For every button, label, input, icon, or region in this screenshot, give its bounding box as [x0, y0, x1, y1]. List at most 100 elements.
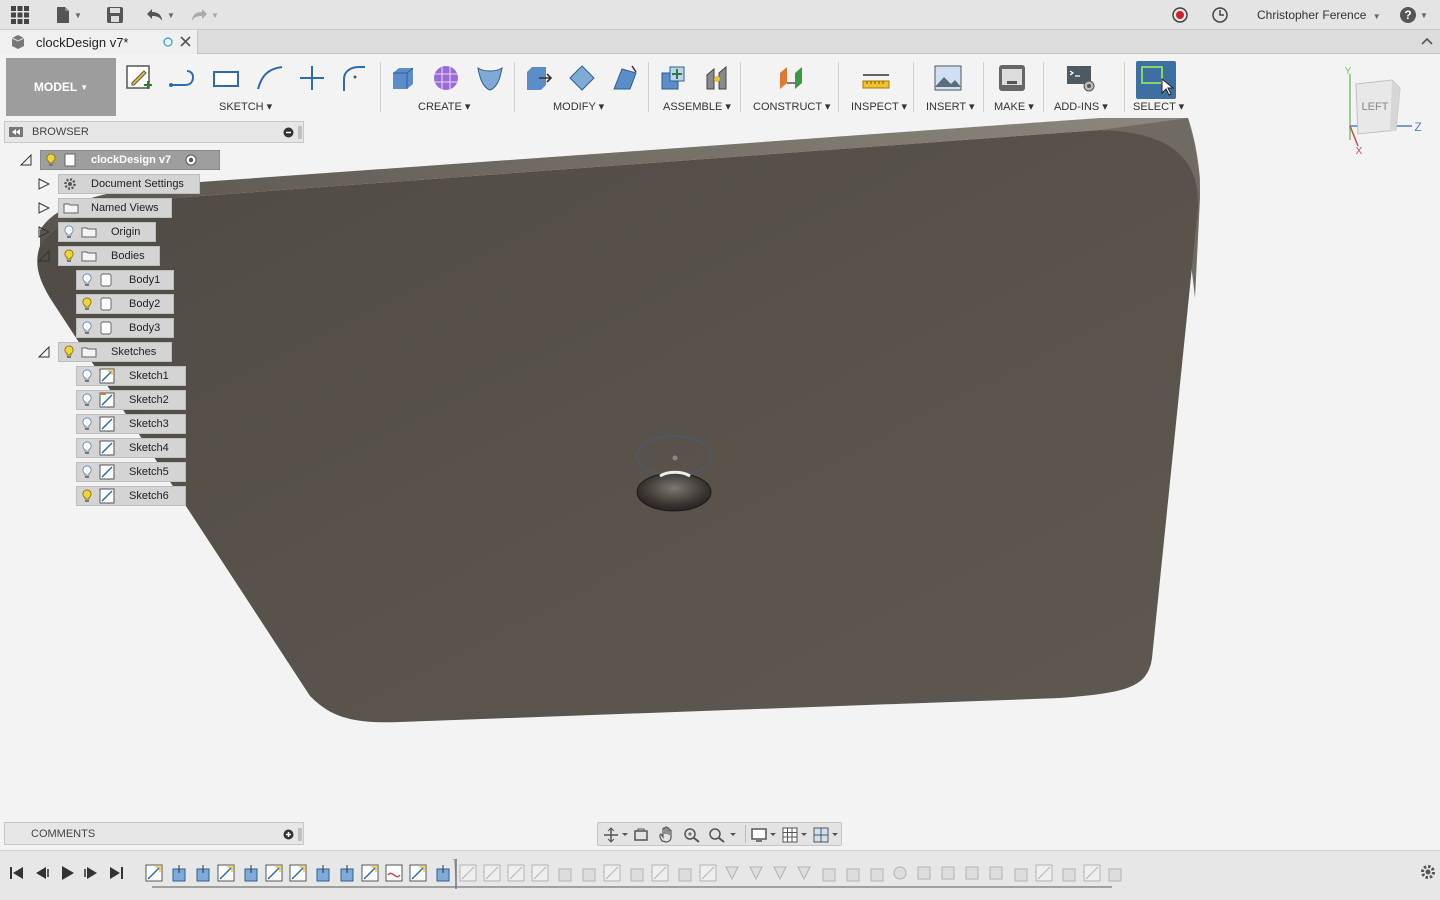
lightbulb-icon[interactable] — [63, 345, 75, 359]
activate-radio-icon[interactable] — [185, 154, 197, 166]
lightbulb-icon[interactable] — [81, 321, 93, 335]
play-icon[interactable] — [58, 864, 76, 882]
create-sketch-button[interactable] — [123, 62, 155, 94]
collapse-left-icon[interactable] — [9, 127, 23, 137]
timeline-features[interactable] — [144, 859, 1124, 891]
canvas-viewport[interactable] — [0, 118, 1440, 850]
3d-print-button[interactable] — [996, 62, 1028, 94]
lightbulb-icon[interactable] — [81, 489, 93, 503]
browser-item-document-settings[interactable]: Document Settings — [58, 174, 200, 194]
orbit-icon[interactable] — [602, 827, 628, 843]
make-menu[interactable]: MAKE ▾ — [994, 100, 1034, 113]
collapsed-triangle-icon[interactable] — [38, 202, 50, 214]
expanded-triangle-icon[interactable] — [38, 346, 50, 358]
select-menu[interactable]: SELECT ▾ — [1133, 100, 1184, 113]
collapsed-triangle-icon[interactable] — [38, 226, 50, 238]
chevron-up-icon[interactable] — [1421, 36, 1433, 46]
assemble-menu[interactable]: ASSEMBLE ▾ — [663, 100, 731, 113]
viewports-icon[interactable] — [813, 827, 841, 843]
joint-button[interactable] — [702, 62, 734, 94]
fit-view-icon[interactable] — [708, 827, 738, 843]
line-tool-button[interactable] — [166, 62, 198, 94]
redo-button[interactable]: ▼ — [190, 5, 219, 25]
browser-item-sketch1[interactable]: Sketch1 — [76, 366, 186, 386]
go-to-end-icon[interactable] — [107, 864, 125, 882]
model-body[interactable] — [0, 118, 1440, 850]
rectangle-tool-button[interactable] — [210, 62, 242, 94]
lightbulb-icon[interactable] — [81, 297, 93, 311]
offset-plane-button[interactable] — [775, 62, 807, 94]
browser-item-sketch5[interactable]: Sketch5 — [76, 462, 186, 482]
display-settings-icon[interactable] — [751, 827, 779, 843]
lightbulb-icon[interactable] — [81, 393, 93, 407]
browser-item-named-views[interactable]: Named Views — [58, 198, 172, 218]
collapsed-triangle-icon[interactable] — [38, 178, 50, 190]
extrude-button[interactable] — [387, 62, 419, 94]
browser-root-node[interactable]: clockDesign v7 — [40, 150, 220, 170]
expanded-triangle-icon[interactable] — [38, 250, 50, 262]
lightbulb-icon[interactable] — [45, 153, 57, 167]
panel-grip-icon[interactable] — [298, 126, 302, 139]
user-menu[interactable]: Christopher Ference ▼ — [1257, 8, 1381, 22]
fillet-edge-button[interactable] — [566, 62, 598, 94]
pan-hand-icon[interactable] — [658, 826, 674, 843]
scripts-button[interactable] — [1065, 62, 1097, 94]
insert-image-button[interactable] — [932, 62, 964, 94]
lightbulb-icon[interactable] — [81, 465, 93, 479]
save-button[interactable] — [106, 5, 124, 25]
app-grid-icon[interactable] — [10, 5, 30, 25]
insert-menu[interactable]: INSERT ▾ — [926, 100, 975, 113]
grid-icon[interactable] — [782, 827, 810, 843]
browser-item-sketch6[interactable]: Sketch6 — [76, 486, 186, 506]
fillet-tool-button[interactable] — [338, 62, 370, 94]
select-button[interactable] — [1136, 61, 1176, 99]
minus-circle-icon[interactable] — [283, 127, 294, 138]
lightbulb-icon[interactable] — [63, 249, 75, 263]
tab-clockdesign[interactable]: clockDesign v7* — [0, 30, 198, 54]
file-menu-button[interactable]: ▼ — [55, 5, 82, 25]
browser-item-sketch2[interactable]: Sketch2 — [76, 390, 186, 410]
add-comment-icon[interactable] — [283, 829, 294, 840]
step-back-icon[interactable] — [33, 864, 51, 882]
create-menu[interactable]: CREATE ▾ — [418, 100, 470, 113]
chamfer-button[interactable] — [609, 62, 641, 94]
measure-button[interactable] — [860, 62, 892, 94]
gear-icon[interactable] — [1419, 863, 1437, 881]
help-button[interactable]: ? ▼ — [1399, 5, 1428, 25]
new-component-button[interactable] — [657, 62, 689, 94]
record-button[interactable] — [1171, 5, 1189, 25]
workspace-switcher[interactable]: MODEL ▼ — [6, 58, 116, 116]
browser-item-bodies[interactable]: Bodies — [58, 246, 160, 266]
browser-panel-header[interactable]: BROWSER — [4, 121, 304, 143]
job-status-button[interactable] — [1211, 5, 1229, 25]
form-button[interactable] — [430, 62, 462, 94]
lightbulb-icon[interactable] — [81, 273, 93, 287]
close-icon[interactable] — [180, 36, 191, 47]
expanded-triangle-icon[interactable] — [20, 154, 32, 166]
go-to-start-icon[interactable] — [8, 864, 26, 882]
browser-item-sketches[interactable]: Sketches — [58, 342, 172, 362]
view-cube[interactable]: LEFT Y Z X — [1338, 66, 1428, 157]
construct-menu[interactable]: CONSTRUCT ▾ — [753, 100, 830, 113]
step-forward-icon[interactable] — [82, 864, 100, 882]
lightbulb-icon[interactable] — [81, 369, 93, 383]
browser-item-body2[interactable]: Body2 — [76, 294, 174, 314]
timeline-marker[interactable] — [450, 859, 460, 889]
browser-item-origin[interactable]: Origin — [58, 222, 156, 242]
lightbulb-icon[interactable] — [81, 417, 93, 431]
modify-menu[interactable]: MODIFY ▾ — [553, 100, 604, 113]
browser-item-sketch3[interactable]: Sketch3 — [76, 414, 186, 434]
press-pull-button[interactable] — [522, 62, 554, 94]
lightbulb-icon[interactable] — [81, 441, 93, 455]
look-at-icon[interactable] — [633, 827, 649, 843]
patch-button[interactable] — [474, 62, 506, 94]
zoom-icon[interactable] — [683, 827, 701, 843]
browser-item-sketch4[interactable]: Sketch4 — [76, 438, 186, 458]
undo-button[interactable]: ▼ — [146, 5, 175, 25]
browser-item-body3[interactable]: Body3 — [76, 318, 174, 338]
lightbulb-icon[interactable] — [63, 225, 75, 239]
spline-tool-button[interactable] — [254, 62, 286, 94]
comments-panel-header[interactable]: COMMENTS — [4, 822, 304, 845]
sketch-menu[interactable]: SKETCH ▾ — [219, 100, 272, 113]
point-tool-button[interactable] — [296, 62, 328, 94]
